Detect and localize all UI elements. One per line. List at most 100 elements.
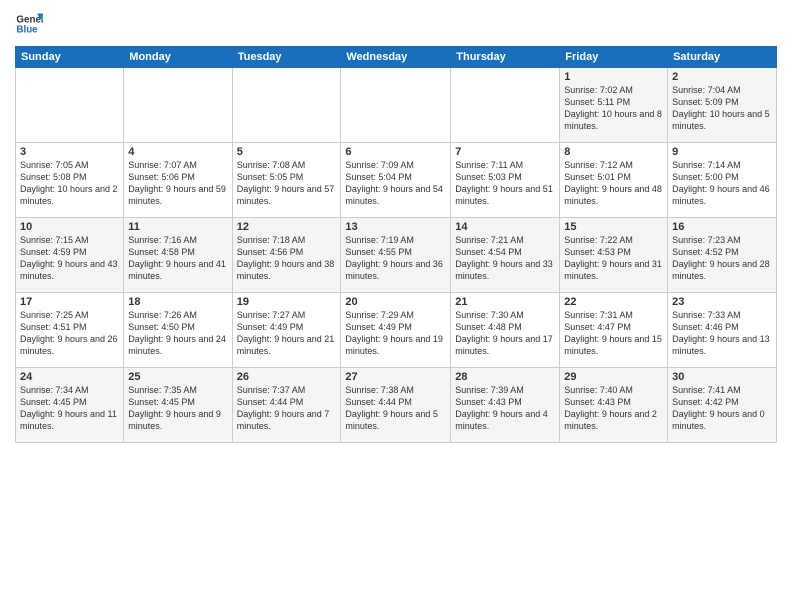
day-number: 26 [237,371,337,383]
weekday-header: Thursday [451,47,560,68]
day-info: Sunrise: 7:05 AM Sunset: 5:08 PM Dayligh… [20,159,119,208]
day-info: Sunrise: 7:30 AM Sunset: 4:48 PM Dayligh… [455,309,555,358]
day-info: Sunrise: 7:18 AM Sunset: 4:56 PM Dayligh… [237,234,337,283]
day-number: 11 [128,221,227,233]
day-info: Sunrise: 7:12 AM Sunset: 5:01 PM Dayligh… [564,159,663,208]
logo-icon: General Blue [15,10,43,38]
weekday-header: Friday [560,47,668,68]
calendar-table: SundayMondayTuesdayWednesdayThursdayFrid… [15,46,777,443]
calendar-cell: 2Sunrise: 7:04 AM Sunset: 5:09 PM Daylig… [668,68,777,143]
day-info: Sunrise: 7:11 AM Sunset: 5:03 PM Dayligh… [455,159,555,208]
calendar-cell: 5Sunrise: 7:08 AM Sunset: 5:05 PM Daylig… [232,143,341,218]
day-info: Sunrise: 7:25 AM Sunset: 4:51 PM Dayligh… [20,309,119,358]
day-info: Sunrise: 7:23 AM Sunset: 4:52 PM Dayligh… [672,234,772,283]
calendar-header-row: SundayMondayTuesdayWednesdayThursdayFrid… [16,47,777,68]
calendar-cell [232,68,341,143]
day-number: 12 [237,221,337,233]
day-number: 3 [20,146,119,158]
day-info: Sunrise: 7:16 AM Sunset: 4:58 PM Dayligh… [128,234,227,283]
calendar-cell [451,68,560,143]
calendar-cell: 24Sunrise: 7:34 AM Sunset: 4:45 PM Dayli… [16,368,124,443]
day-info: Sunrise: 7:07 AM Sunset: 5:06 PM Dayligh… [128,159,227,208]
weekday-header: Sunday [16,47,124,68]
calendar-cell: 13Sunrise: 7:19 AM Sunset: 4:55 PM Dayli… [341,218,451,293]
day-number: 1 [564,71,663,83]
calendar-cell [341,68,451,143]
calendar-cell: 3Sunrise: 7:05 AM Sunset: 5:08 PM Daylig… [16,143,124,218]
calendar-cell: 4Sunrise: 7:07 AM Sunset: 5:06 PM Daylig… [124,143,232,218]
day-info: Sunrise: 7:09 AM Sunset: 5:04 PM Dayligh… [345,159,446,208]
day-info: Sunrise: 7:15 AM Sunset: 4:59 PM Dayligh… [20,234,119,283]
day-info: Sunrise: 7:41 AM Sunset: 4:42 PM Dayligh… [672,384,772,433]
day-info: Sunrise: 7:38 AM Sunset: 4:44 PM Dayligh… [345,384,446,433]
day-info: Sunrise: 7:14 AM Sunset: 5:00 PM Dayligh… [672,159,772,208]
calendar-cell: 26Sunrise: 7:37 AM Sunset: 4:44 PM Dayli… [232,368,341,443]
day-number: 2 [672,71,772,83]
day-number: 4 [128,146,227,158]
calendar-cell [124,68,232,143]
day-number: 8 [564,146,663,158]
day-info: Sunrise: 7:27 AM Sunset: 4:49 PM Dayligh… [237,309,337,358]
day-info: Sunrise: 7:19 AM Sunset: 4:55 PM Dayligh… [345,234,446,283]
day-number: 23 [672,296,772,308]
weekday-header: Monday [124,47,232,68]
weekday-header: Wednesday [341,47,451,68]
day-info: Sunrise: 7:39 AM Sunset: 4:43 PM Dayligh… [455,384,555,433]
calendar-cell: 30Sunrise: 7:41 AM Sunset: 4:42 PM Dayli… [668,368,777,443]
calendar-cell: 29Sunrise: 7:40 AM Sunset: 4:43 PM Dayli… [560,368,668,443]
calendar-cell: 15Sunrise: 7:22 AM Sunset: 4:53 PM Dayli… [560,218,668,293]
day-number: 19 [237,296,337,308]
calendar-cell: 12Sunrise: 7:18 AM Sunset: 4:56 PM Dayli… [232,218,341,293]
day-number: 20 [345,296,446,308]
day-number: 9 [672,146,772,158]
day-number: 18 [128,296,227,308]
calendar-cell: 23Sunrise: 7:33 AM Sunset: 4:46 PM Dayli… [668,293,777,368]
calendar-cell: 6Sunrise: 7:09 AM Sunset: 5:04 PM Daylig… [341,143,451,218]
calendar-cell: 28Sunrise: 7:39 AM Sunset: 4:43 PM Dayli… [451,368,560,443]
day-number: 17 [20,296,119,308]
page-header: General Blue [15,10,777,38]
day-number: 24 [20,371,119,383]
day-number: 5 [237,146,337,158]
svg-text:Blue: Blue [16,24,38,35]
calendar-cell: 20Sunrise: 7:29 AM Sunset: 4:49 PM Dayli… [341,293,451,368]
calendar-cell: 22Sunrise: 7:31 AM Sunset: 4:47 PM Dayli… [560,293,668,368]
day-number: 29 [564,371,663,383]
calendar-cell: 1Sunrise: 7:02 AM Sunset: 5:11 PM Daylig… [560,68,668,143]
calendar-row: 10Sunrise: 7:15 AM Sunset: 4:59 PM Dayli… [16,218,777,293]
day-number: 14 [455,221,555,233]
day-number: 21 [455,296,555,308]
calendar-row: 24Sunrise: 7:34 AM Sunset: 4:45 PM Dayli… [16,368,777,443]
day-info: Sunrise: 7:08 AM Sunset: 5:05 PM Dayligh… [237,159,337,208]
calendar-cell: 8Sunrise: 7:12 AM Sunset: 5:01 PM Daylig… [560,143,668,218]
day-number: 15 [564,221,663,233]
calendar-cell: 25Sunrise: 7:35 AM Sunset: 4:45 PM Dayli… [124,368,232,443]
calendar-row: 3Sunrise: 7:05 AM Sunset: 5:08 PM Daylig… [16,143,777,218]
day-info: Sunrise: 7:21 AM Sunset: 4:54 PM Dayligh… [455,234,555,283]
calendar-cell: 11Sunrise: 7:16 AM Sunset: 4:58 PM Dayli… [124,218,232,293]
weekday-header: Saturday [668,47,777,68]
calendar-row: 17Sunrise: 7:25 AM Sunset: 4:51 PM Dayli… [16,293,777,368]
day-number: 30 [672,371,772,383]
calendar-cell: 10Sunrise: 7:15 AM Sunset: 4:59 PM Dayli… [16,218,124,293]
calendar-cell: 19Sunrise: 7:27 AM Sunset: 4:49 PM Dayli… [232,293,341,368]
day-info: Sunrise: 7:31 AM Sunset: 4:47 PM Dayligh… [564,309,663,358]
calendar-cell: 9Sunrise: 7:14 AM Sunset: 5:00 PM Daylig… [668,143,777,218]
day-number: 10 [20,221,119,233]
day-info: Sunrise: 7:37 AM Sunset: 4:44 PM Dayligh… [237,384,337,433]
calendar-cell: 16Sunrise: 7:23 AM Sunset: 4:52 PM Dayli… [668,218,777,293]
calendar-cell: 7Sunrise: 7:11 AM Sunset: 5:03 PM Daylig… [451,143,560,218]
day-info: Sunrise: 7:35 AM Sunset: 4:45 PM Dayligh… [128,384,227,433]
day-number: 13 [345,221,446,233]
calendar-cell: 27Sunrise: 7:38 AM Sunset: 4:44 PM Dayli… [341,368,451,443]
calendar-row: 1Sunrise: 7:02 AM Sunset: 5:11 PM Daylig… [16,68,777,143]
day-number: 6 [345,146,446,158]
calendar-cell: 17Sunrise: 7:25 AM Sunset: 4:51 PM Dayli… [16,293,124,368]
day-info: Sunrise: 7:33 AM Sunset: 4:46 PM Dayligh… [672,309,772,358]
weekday-header: Tuesday [232,47,341,68]
calendar-cell [16,68,124,143]
day-info: Sunrise: 7:02 AM Sunset: 5:11 PM Dayligh… [564,84,663,133]
logo: General Blue [15,10,43,38]
calendar-cell: 14Sunrise: 7:21 AM Sunset: 4:54 PM Dayli… [451,218,560,293]
day-info: Sunrise: 7:29 AM Sunset: 4:49 PM Dayligh… [345,309,446,358]
